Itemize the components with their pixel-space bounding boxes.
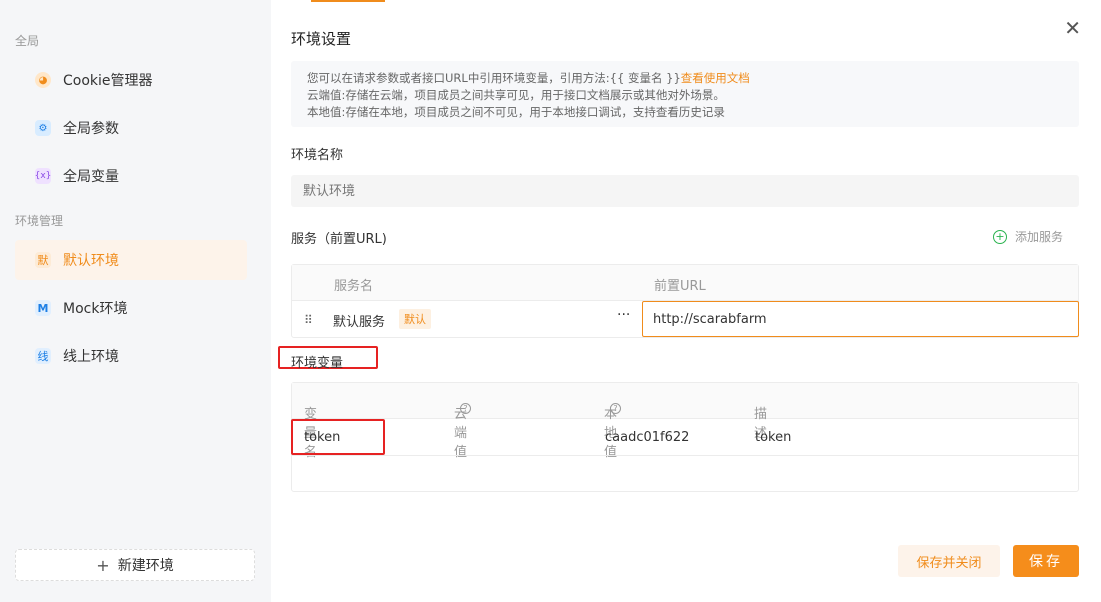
sidebar-item-default-env[interactable]: 默 默认环境 [15,240,247,280]
default-env-icon: 默 [35,252,51,268]
mock-env-icon: M [35,300,51,316]
app-window: 全局 ◕ Cookie管理器 ⚙ 全局参数 {x} 全局变量 环境管理 默 默认… [0,0,1101,602]
online-env-icon: 线 [35,348,51,364]
service-table: 服务名 前置URL ⠿ 默认服务 默认 ··· [291,264,1079,338]
sidebar: 全局 ◕ Cookie管理器 ⚙ 全局参数 {x} 全局变量 环境管理 默 默认… [0,0,271,602]
drag-handle-icon[interactable]: ⠿ [304,313,313,327]
sidebar-item-online-env[interactable]: 线 线上环境 [15,336,247,376]
var-local-cell[interactable]: caadc01f622 [605,430,689,445]
highlight-box-token [291,419,385,455]
col-service-name: 服务名 [334,279,374,294]
add-service-label: 添加服务 [1014,230,1063,244]
cookie-icon: ◕ [35,72,51,88]
service-name: 默认服务 [333,315,386,330]
env-settings-panel: ✕ 环境设置 您可以在请求参数或者接口URL中引用环境变量，引用方法:{{ 变量… [271,0,1101,602]
sidebar-item-label: 线上环境 [63,349,119,365]
default-badge: 默认 [399,309,431,329]
col-prefix-url: 前置URL [654,279,706,294]
sidebar-item-label: 全局参数 [63,121,119,137]
prefix-url-input[interactable] [642,301,1079,337]
table-row[interactable]: token caadc01f622 token [292,419,1078,456]
add-service-button[interactable]: + 添加服务 [992,228,1063,245]
plus-icon: + [96,555,110,575]
new-env-label: 新建环境 [117,558,174,574]
service-table-header: 服务名 前置URL [292,265,1078,301]
top-accent-bar [311,0,385,2]
tip-box: 您可以在请求参数或者接口URL中引用环境变量，引用方法:{{ 变量名 }}查看使… [291,61,1079,127]
sidebar-item-label: Cookie管理器 [63,73,153,89]
tip-line-3: 本地值:存储在本地，项目成员之间不可见，用于本地接口调试，支持查看历史记录 [307,105,725,119]
save-and-close-button[interactable]: 保存并关闭 [898,545,1000,577]
help-icon[interactable]: ? [610,403,621,414]
table-row: ⠿ 默认服务 默认 ··· [292,301,1079,338]
sidebar-item-label: 全局变量 [63,169,119,185]
tip-text: 您可以在请求参数或者接口URL中引用环境变量，引用方法:{{ 变量名 }} [307,71,681,85]
help-icon[interactable]: ? [460,403,471,414]
variable-icon: {x} [35,168,51,184]
add-circle-icon: + [992,229,1007,244]
tip-line-1: 您可以在请求参数或者接口URL中引用环境变量，引用方法:{{ 变量名 }}查看使… [307,70,1063,87]
section-title-env: 环境管理 [15,214,64,228]
sidebar-item-mock-env[interactable]: M Mock环境 [15,288,247,328]
sidebar-item-cookie-manager[interactable]: ◕ Cookie管理器 [15,60,247,100]
close-icon[interactable]: ✕ [1064,18,1081,38]
sidebar-item-global-params[interactable]: ⚙ 全局参数 [15,108,247,148]
sidebar-item-label: 默认环境 [63,253,119,269]
tip-line-2: 云端值:存储在云端，项目成员之间共享可见，用于接口文档展示或其他对外场景。 [307,88,725,102]
sidebar-item-global-variables[interactable]: {x} 全局变量 [15,156,247,196]
new-env-button[interactable]: + 新建环境 [15,549,255,581]
env-name-label: 环境名称 [291,148,344,163]
gear-icon: ⚙ [35,120,51,136]
more-icon[interactable]: ··· [617,307,630,323]
service-label: 服务（前置URL) [291,232,387,247]
env-name-input[interactable] [291,175,1079,207]
var-desc-cell[interactable]: token [755,430,791,445]
sidebar-item-label: Mock环境 [63,301,128,317]
env-var-table-header: 变量名 云端值? 本地值? 描述 [292,383,1078,460]
env-var-label: 环境变量 [291,356,344,371]
page-title: 环境设置 [291,30,352,48]
env-var-table: 变量名 云端值? 本地值? 描述 token caadc01f622 token [291,382,1079,492]
section-title-global: 全局 [15,34,40,48]
save-button[interactable]: 保存 [1013,545,1079,577]
docs-link[interactable]: 查看使用文档 [681,71,750,85]
